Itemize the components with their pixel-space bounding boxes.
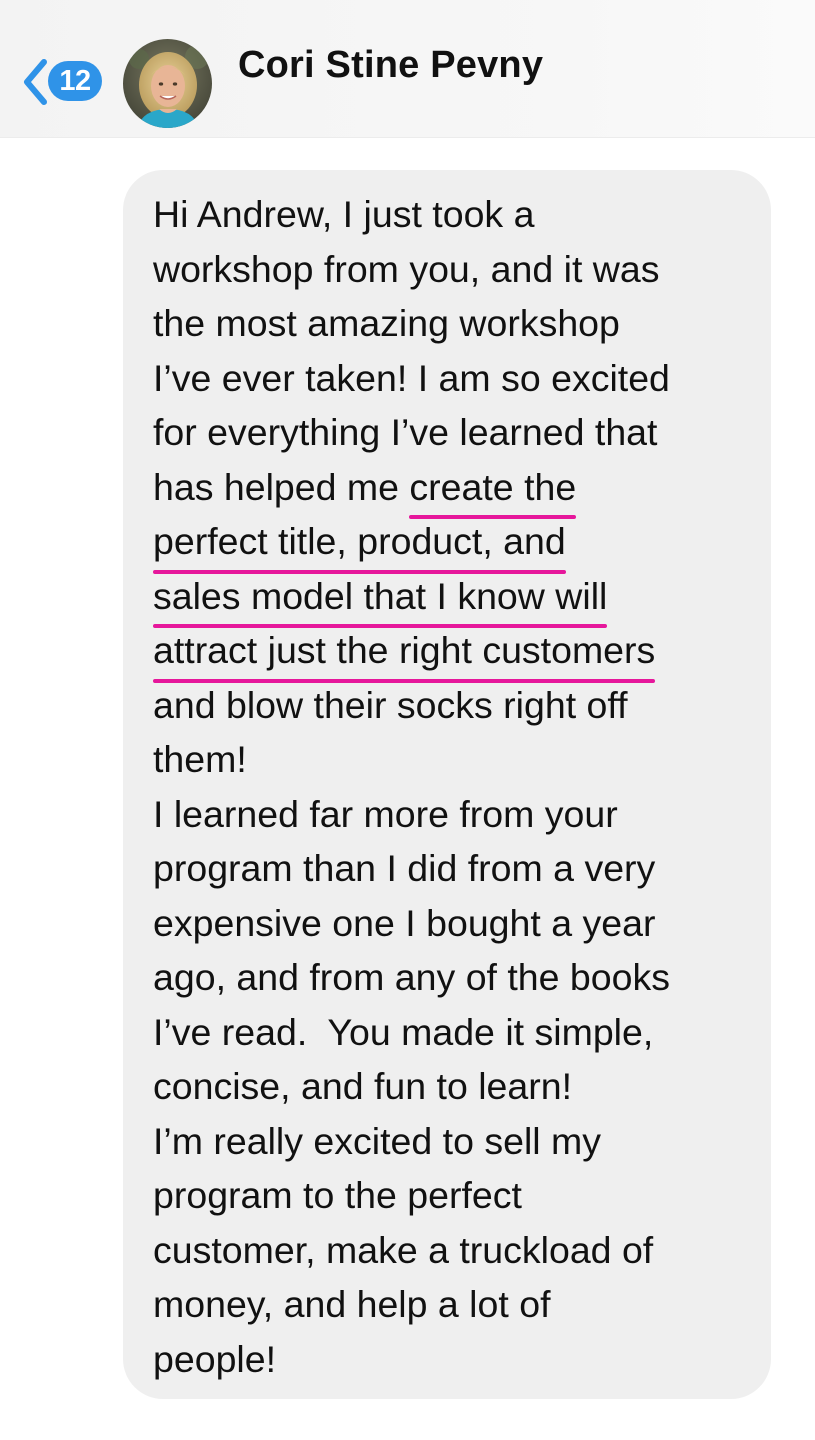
message-text: Hi Andrew, I just took a workshop from y…: [153, 187, 763, 1386]
message-line: I learned far more from your: [153, 792, 618, 835]
message-line: I’m really excited to sell my: [153, 1119, 602, 1162]
message-line: people!: [153, 1337, 277, 1380]
message-line: them!: [153, 738, 247, 780]
highlighted-text: perfect title, product, and: [153, 514, 566, 573]
highlighted-text: create the: [409, 460, 576, 519]
contact-name[interactable]: Cori Stine Pevny: [238, 40, 543, 90]
message-line: I’ve ever taken! I am so excited: [153, 356, 670, 399]
message-line: customer, make a truckload of: [153, 1228, 654, 1271]
message-line: and blow their socks right off: [153, 683, 628, 726]
highlighted-text: sales model that I know will: [153, 569, 608, 628]
avatar[interactable]: [123, 39, 212, 128]
highlighted-text: attract just the right customers: [153, 623, 656, 682]
avatar-photo: [123, 39, 212, 128]
back-button[interactable]: 12: [20, 56, 104, 108]
message-line: expensive one I bought a year: [153, 901, 656, 944]
message-line: sales model that I know will: [153, 569, 763, 628]
message-line: has helped me create the: [153, 460, 763, 519]
message-line: the most amazing workshop: [153, 302, 620, 344]
message-line: perfect title, product, and: [153, 514, 763, 573]
message-line: I’ve read. You made it simple,: [153, 1010, 654, 1053]
message-line: program than I did from a very: [153, 847, 656, 889]
message-line: money, and help a lot of: [153, 1283, 551, 1325]
message-line: Hi Andrew, I just took a: [153, 193, 535, 235]
message-line: concise, and fun to learn!: [153, 1065, 573, 1107]
chevron-left-icon: [24, 59, 47, 105]
conversation-header: 12 Cori Stine Pevny: [0, 0, 815, 138]
message-line: workshop from you, and it was: [153, 247, 660, 290]
message-line: for everything I’ve learned that: [153, 411, 658, 453]
message-line: ago, and from any of the books: [153, 956, 670, 998]
message-line: program to the perfect: [153, 1174, 522, 1216]
unread-count-badge: 12: [48, 61, 102, 101]
message-line: attract just the right customers: [153, 623, 763, 682]
